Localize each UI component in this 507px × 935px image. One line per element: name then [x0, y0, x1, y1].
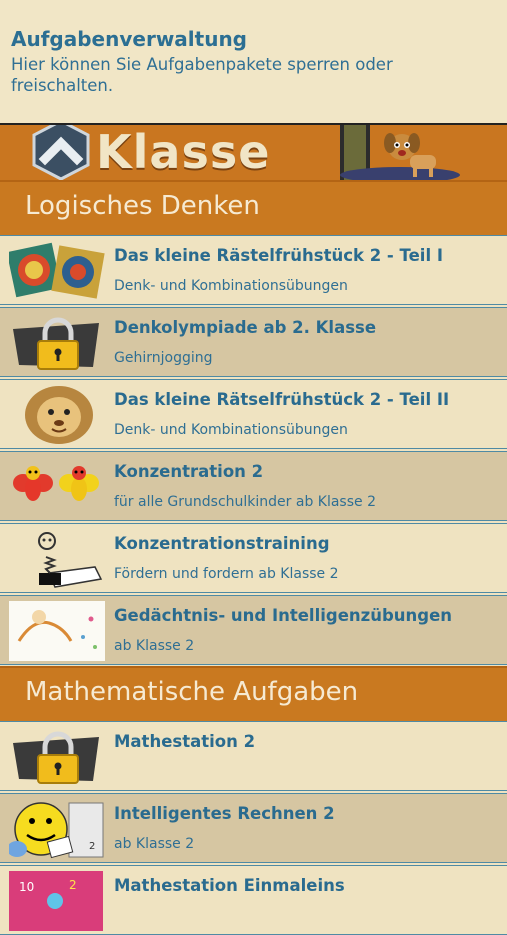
list-item[interactable]: Das kleine Rätselfrühstück 2 - Teil II D…: [0, 379, 507, 449]
list-item[interactable]: Das kleine Rästelfrühstück 2 - Teil I De…: [0, 235, 507, 305]
bees-icon: [13, 466, 99, 501]
item-title: Mathestation 2: [114, 732, 256, 751]
item-title: Konzentrationstraining: [114, 534, 330, 553]
padlock-icon: [13, 731, 99, 784]
spring-figure-icon: [38, 532, 103, 588]
list-item[interactable]: Konzentrationstraining Fördern und forde…: [0, 523, 507, 593]
item-subtitle: ab Klasse 2: [114, 836, 195, 852]
header: Aufgabenverwaltung Hier können Sie Aufga…: [0, 0, 507, 123]
banner-title: Klasse: [96, 125, 271, 179]
section-header-mathematische-aufgaben: Mathematische Aufgaben: [0, 666, 507, 722]
section-title: Logisches Denken: [25, 191, 260, 221]
class-banner: Klasse: [0, 123, 507, 182]
item-title: Gedächtnis- und Intelligenzübungen: [114, 606, 453, 625]
item-title: Das kleine Rätselfrühstück 2 - Teil II: [114, 390, 450, 409]
item-title: Intelligentes Rechnen 2: [114, 804, 335, 823]
item-title: Denkolympiade ab 2. Klasse: [114, 318, 377, 337]
list-item[interactable]: Gedächtnis- und Intelligenzübungen ab Kl…: [0, 595, 507, 665]
sketch-card-icon: [9, 601, 105, 661]
svg-text:10: 10: [19, 880, 34, 894]
item-subtitle: für alle Grundschulkinder ab Klasse 2: [114, 494, 376, 510]
list-item[interactable]: Mathestation 2: [0, 721, 507, 791]
svg-text:2: 2: [89, 841, 95, 852]
numbers-card-icon: 10 2: [9, 871, 103, 931]
list-item[interactable]: 10 2 Mathestation Einmaleins: [0, 865, 507, 935]
list-item[interactable]: 2 Intelligentes Rechnen 2 ab Klasse 2: [0, 793, 507, 863]
lion-icon: [25, 386, 93, 444]
smiley-dice-icon: 2: [9, 802, 104, 859]
item-subtitle: Denk- und Kombinationsübungen: [114, 422, 348, 438]
svg-text:2: 2: [69, 878, 77, 892]
list-item[interactable]: Denkolympiade ab 2. Klasse Gehirnjogging: [0, 307, 507, 377]
dog-mascot-icon: [340, 125, 460, 182]
item-title: Das kleine Rästelfrühstück 2 - Teil I: [114, 246, 443, 265]
item-title: Konzentration 2: [114, 462, 264, 481]
list-item[interactable]: Konzentration 2 für alle Grundschulkinde…: [0, 451, 507, 521]
page-title: Aufgabenverwaltung: [11, 27, 247, 51]
padlock-icon: [13, 317, 99, 370]
item-subtitle: Gehirnjogging: [114, 350, 213, 366]
item-subtitle: Fördern und fordern ab Klasse 2: [114, 566, 339, 582]
page-subtitle: Hier können Sie Aufgabenpakete sperren o…: [11, 55, 393, 95]
section-title: Mathematische Aufgaben: [25, 677, 359, 707]
section-header-logisches-denken: Logisches Denken: [0, 180, 507, 236]
item-subtitle: ab Klasse 2: [114, 638, 195, 654]
item-subtitle: Denk- und Kombinationsübungen: [114, 278, 348, 294]
puzzle-tiles-icon: [9, 242, 105, 299]
chevron-up-badge-icon[interactable]: [28, 123, 94, 182]
item-title: Mathestation Einmaleins: [114, 876, 345, 895]
